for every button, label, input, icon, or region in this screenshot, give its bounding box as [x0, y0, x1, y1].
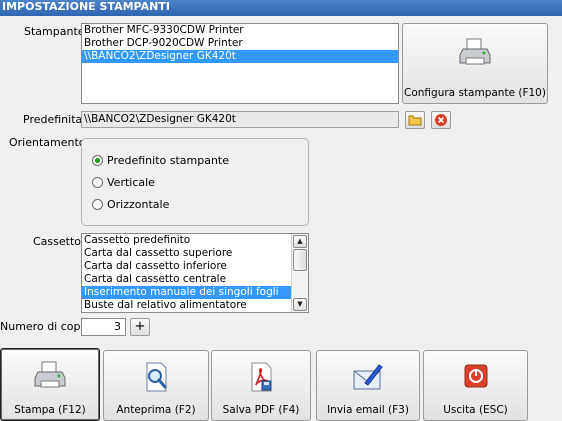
open-folder-button[interactable] — [405, 111, 425, 129]
scroll-up-icon[interactable]: ▲ — [293, 235, 307, 248]
tray-item[interactable]: Carta dal cassetto inferiore — [82, 260, 291, 273]
tray-scrollbar[interactable]: ▲ ▼ — [291, 234, 308, 312]
printer-item-selected[interactable]: \\BANCO2\ZDesigner GK420t — [82, 50, 398, 63]
delete-icon — [435, 114, 447, 126]
email-icon — [353, 364, 383, 390]
pdf-icon — [251, 362, 272, 392]
tray-item-selected[interactable]: Inserimento manuale dei singoli fogli — [82, 286, 291, 299]
configure-printer-label: Configura stampante (F10) — [404, 87, 546, 99]
scroll-thumb[interactable] — [293, 249, 307, 271]
tray-item[interactable]: Cassetto predefinito — [82, 234, 291, 247]
radio-icon — [92, 177, 103, 188]
print-button-label: Stampa (F12) — [14, 404, 86, 416]
printer-item[interactable]: Brother MFC-9330CDW Printer — [82, 24, 398, 37]
default-printer-label: Predefinita — [23, 113, 83, 126]
copies-input[interactable]: 3 — [81, 318, 126, 336]
tray-item[interactable]: Buste dal relativo alimentatore — [82, 299, 291, 312]
preview-button-label: Anteprima (F2) — [116, 404, 196, 416]
configure-printer-button[interactable]: Configura stampante (F10) — [402, 23, 548, 104]
send-email-button[interactable]: Invia email (F3) — [316, 350, 420, 421]
tray-label: Cassetto — [33, 235, 82, 248]
tray-list[interactable]: Cassetto predefinito Carta dal cassetto … — [81, 233, 309, 313]
orientation-default-option[interactable]: Predefinito stampante — [92, 154, 229, 168]
tray-item[interactable]: Carta dal cassetto superiore — [82, 247, 291, 260]
default-printer-field: \\BANCO2\ZDesigner GK420t — [81, 111, 399, 128]
save-pdf-button-label: Salva PDF (F4) — [222, 404, 300, 416]
print-button[interactable]: Stampa (F12) — [0, 348, 100, 421]
radio-selected-icon — [92, 155, 103, 166]
save-pdf-button[interactable]: Salva PDF (F4) — [211, 350, 311, 421]
exit-button-label: Uscita (ESC) — [443, 404, 508, 416]
exit-icon — [464, 364, 487, 388]
orientation-label: Orientamento — [9, 136, 86, 149]
orientation-vertical-option[interactable]: Verticale — [92, 176, 155, 190]
exit-button[interactable]: Uscita (ESC) — [423, 350, 528, 421]
tray-item[interactable]: Carta dal cassetto centrale — [82, 273, 291, 286]
preview-button[interactable]: Anteprima (F2) — [103, 350, 209, 421]
copies-increment-button[interactable]: + — [130, 318, 150, 336]
printer-icon — [459, 38, 491, 65]
printer-item[interactable]: Brother DCP-9020CDW Printer — [82, 37, 398, 50]
preview-icon — [146, 362, 167, 392]
orientation-horizontal-option[interactable]: Orizzontale — [92, 198, 169, 212]
folder-icon — [408, 115, 422, 126]
send-email-button-label: Invia email (F3) — [327, 404, 409, 416]
radio-icon — [92, 199, 103, 210]
window-title: IMPOSTAZIONE STAMPANTI — [0, 0, 562, 16]
copies-label: Numero di copie — [0, 320, 91, 333]
printer-icon — [34, 361, 66, 388]
printer-list[interactable]: Brother MFC-9330CDW Printer Brother DCP-… — [81, 23, 399, 104]
clear-default-button[interactable] — [431, 111, 451, 129]
scroll-down-icon[interactable]: ▼ — [293, 298, 307, 311]
printer-label: Stampante — [24, 25, 85, 38]
